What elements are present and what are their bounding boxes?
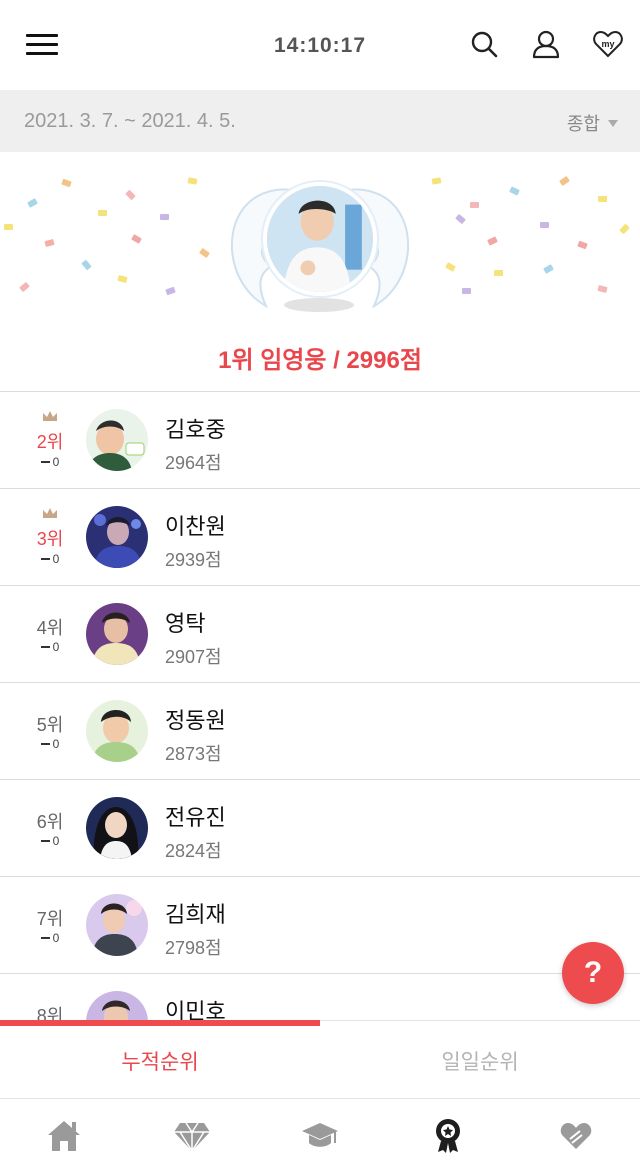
- rank-change: 0: [22, 640, 78, 654]
- ranking-list: 2위 0 김호중 2964점 3위 0 이찬원 2939점 4위 0 영탁 29…: [0, 391, 640, 1021]
- artist-name: 김호중: [165, 417, 226, 442]
- rank-number: 3위: [36, 529, 64, 549]
- rank-number: 2위: [36, 432, 64, 452]
- profile-icon[interactable]: [530, 28, 562, 60]
- rank-column: 3위 0: [22, 489, 78, 586]
- avatar: [86, 506, 148, 568]
- award-badge-icon[interactable]: [428, 1115, 468, 1155]
- artist-name: 전유진: [165, 805, 226, 830]
- rank-number: 8위: [36, 1006, 64, 1021]
- rank-column: 2위 0: [22, 392, 78, 489]
- avatar: [86, 991, 148, 1021]
- artist-name: 이민호: [165, 999, 226, 1021]
- my-label: my: [601, 39, 614, 49]
- rank-column: 5위 0: [22, 683, 78, 780]
- avatar: [86, 409, 148, 471]
- ranking-row[interactable]: 3위 0 이찬원 2939점: [0, 489, 640, 586]
- tab-cumulative-ranking[interactable]: 누적순위: [0, 1021, 320, 1099]
- rank-change: 0: [22, 834, 78, 848]
- tab-daily-ranking[interactable]: 일일순위: [320, 1021, 640, 1099]
- avatar: [86, 797, 148, 859]
- ranking-row[interactable]: 4위 0 영탁 2907점: [0, 586, 640, 683]
- rank-column: 7위 0: [22, 877, 78, 974]
- diamond-icon[interactable]: [172, 1115, 212, 1155]
- artist-score: 2939점: [165, 550, 222, 570]
- rank-number: 4위: [36, 618, 64, 638]
- ranking-row[interactable]: 2위 0 김호중 2964점: [0, 392, 640, 489]
- top-bar: 14:10:17 my: [0, 0, 640, 90]
- date-range: 2021. 3. 7. ~ 2021. 4. 5.: [24, 110, 236, 132]
- avatar-pedestal: [284, 298, 354, 312]
- crown-icon: [43, 411, 57, 421]
- rank-change: 0: [22, 931, 78, 945]
- first-place-title: 1위 임영웅 / 2996점: [218, 347, 422, 374]
- first-place-hero: 1위 임영웅 / 2996점: [0, 152, 640, 390]
- rank-number: 5위: [36, 715, 64, 735]
- rank-change: 0: [22, 552, 78, 566]
- heart-hand-icon[interactable]: [556, 1115, 596, 1155]
- my-heart-icon[interactable]: my: [592, 28, 624, 60]
- ranking-tabs: 누적순위 일일순위: [0, 1020, 640, 1098]
- date-filter-bar: 2021. 3. 7. ~ 2021. 4. 5. 종합: [0, 90, 640, 152]
- artist-score: 2824점: [165, 841, 222, 861]
- artist-name: 김희재: [165, 902, 226, 927]
- rank-column: 4위 0: [22, 586, 78, 683]
- rank-column: 6위 0: [22, 780, 78, 877]
- first-place-avatar[interactable]: [263, 182, 377, 296]
- graduation-cap-icon[interactable]: [300, 1115, 340, 1155]
- home-icon[interactable]: [44, 1115, 84, 1155]
- search-icon[interactable]: [468, 28, 500, 60]
- avatar: [86, 700, 148, 762]
- artist-score: 2964점: [165, 453, 222, 473]
- ranking-row[interactable]: 7위 0 김희재 2798점: [0, 877, 640, 974]
- sort-label: 종합: [566, 114, 600, 134]
- artist-score: 2798점: [165, 938, 222, 958]
- rank-change: 0: [22, 455, 78, 469]
- sort-dropdown[interactable]: 종합: [567, 110, 618, 136]
- avatar: [86, 603, 148, 665]
- artist-name: 이찬원: [165, 514, 226, 539]
- avatar: [86, 894, 148, 956]
- ranking-row[interactable]: 8위 이민호: [0, 974, 640, 1021]
- rank-change: 0: [22, 737, 78, 751]
- artist-name: 정동원: [165, 708, 226, 733]
- rank-number: 7위: [36, 909, 64, 929]
- artist-name: 영탁: [165, 611, 206, 636]
- rank-number: 6위: [36, 812, 64, 832]
- ranking-row[interactable]: 6위 0 전유진 2824점: [0, 780, 640, 877]
- help-button[interactable]: ?: [562, 942, 624, 1004]
- bottom-nav: [0, 1098, 640, 1168]
- rank-column: 8위: [22, 974, 78, 1021]
- artist-score: 2907점: [165, 647, 222, 667]
- caret-down-icon: [608, 120, 618, 127]
- crown-icon: [43, 508, 57, 518]
- artist-score: 2873점: [165, 744, 222, 764]
- ranking-row[interactable]: 5위 0 정동원 2873점: [0, 683, 640, 780]
